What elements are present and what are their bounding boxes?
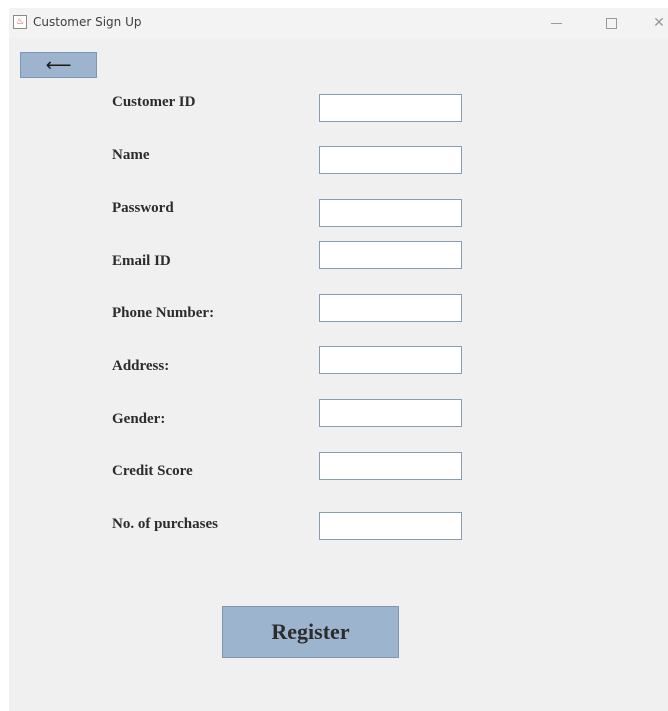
maximize-icon bbox=[605, 17, 617, 29]
java-cup-icon: ♨ bbox=[13, 15, 27, 29]
email-id-label: Email ID bbox=[112, 253, 171, 269]
customer-id-label: Customer ID bbox=[112, 94, 196, 110]
close-icon: ✕ bbox=[653, 15, 665, 31]
customer-signup-window: ♨ Customer Sign Up ✕ ⟵ Customer ID Name … bbox=[9, 8, 668, 711]
gender-label: Gender: bbox=[112, 411, 166, 427]
customer-id-input[interactable] bbox=[319, 94, 462, 122]
arrow-left-icon: ⟵ bbox=[45, 54, 72, 76]
credit-score-input[interactable] bbox=[319, 452, 462, 480]
maximize-button[interactable] bbox=[596, 10, 626, 36]
name-input[interactable] bbox=[319, 146, 462, 174]
gender-input[interactable] bbox=[319, 399, 462, 427]
password-label: Password bbox=[112, 200, 174, 216]
title-bar[interactable]: ♨ Customer Sign Up ✕ bbox=[9, 8, 668, 38]
address-label: Address: bbox=[112, 358, 170, 374]
credit-score-label: Credit Score bbox=[112, 463, 193, 479]
close-button[interactable]: ✕ bbox=[644, 10, 668, 36]
phone-number-label: Phone Number: bbox=[112, 305, 215, 321]
minimize-button[interactable] bbox=[541, 10, 571, 36]
back-button[interactable]: ⟵ bbox=[20, 52, 97, 78]
phone-number-input[interactable] bbox=[319, 294, 462, 322]
email-id-input[interactable] bbox=[319, 241, 462, 269]
name-label: Name bbox=[112, 147, 150, 163]
address-input[interactable] bbox=[319, 346, 462, 374]
register-button[interactable]: Register bbox=[222, 606, 399, 658]
minimize-icon bbox=[550, 22, 562, 24]
window-title: Customer Sign Up bbox=[33, 15, 142, 29]
password-input[interactable] bbox=[319, 199, 462, 227]
no-of-purchases-input[interactable] bbox=[319, 512, 462, 540]
no-of-purchases-label: No. of purchases bbox=[112, 516, 218, 532]
